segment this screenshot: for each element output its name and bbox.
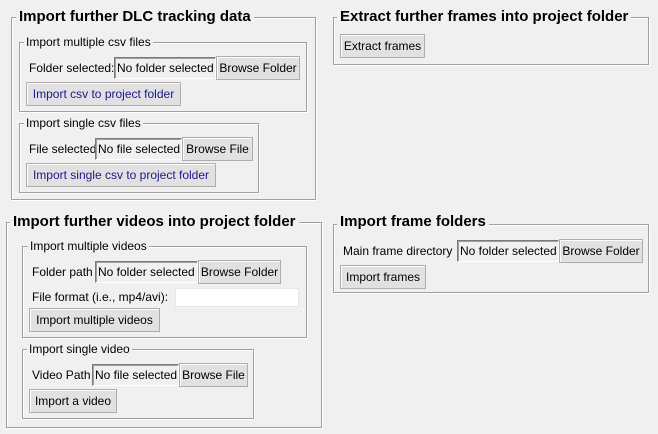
videos-folder-label: Folder path xyxy=(32,265,93,279)
frames-group-title: Import frame folders xyxy=(337,213,489,231)
dlc-single-title: Import single csv files xyxy=(24,116,143,130)
dlc-folder-label: Folder selected: xyxy=(29,61,115,75)
dlc-file-label: File selected xyxy=(29,142,97,156)
videos-browse-folder-button[interactable]: Browse Folder xyxy=(198,260,281,284)
import-frames-button[interactable]: Import frames xyxy=(340,265,426,289)
file-format-input[interactable] xyxy=(175,288,299,307)
import-multiple-videos-button[interactable]: Import multiple videos xyxy=(29,308,160,332)
videos-folder-field: No folder selected xyxy=(95,261,198,283)
frames-browse-folder-button[interactable]: Browse Folder xyxy=(559,239,643,263)
dlc-folder-field: No folder selected xyxy=(114,57,216,79)
file-format-label: File format (i.e., mp4/avi): xyxy=(32,290,169,304)
dlc-browse-file-button[interactable]: Browse File xyxy=(182,137,253,161)
dlc-multiple-title: Import multiple csv files xyxy=(24,35,153,49)
extract-group-title: Extract further frames into project fold… xyxy=(337,8,632,26)
frame-dir-field: No folder selected xyxy=(457,240,559,262)
import-a-video-button[interactable]: Import a video xyxy=(29,389,117,413)
dlc-browse-folder-button[interactable]: Browse Folder xyxy=(216,56,300,80)
video-path-field: No file selected xyxy=(92,364,179,386)
import-csv-button[interactable]: Import csv to project folder xyxy=(26,82,181,106)
extract-frames-button[interactable]: Extract frames xyxy=(340,34,425,58)
dlc-file-field: No file selected xyxy=(95,138,182,160)
videos-group-title: Import further videos into project folde… xyxy=(10,213,299,231)
video-browse-file-button[interactable]: Browse File xyxy=(179,363,248,387)
dlc-group-title: Import further DLC tracking data xyxy=(16,8,254,26)
videos-single-title: Import single video xyxy=(27,342,132,356)
videos-multiple-title: Import multiple videos xyxy=(28,239,149,253)
import-single-csv-button[interactable]: Import single csv to project folder xyxy=(26,163,216,187)
video-path-label: Video Path xyxy=(32,368,91,382)
frame-dir-label: Main frame directory xyxy=(343,244,453,258)
